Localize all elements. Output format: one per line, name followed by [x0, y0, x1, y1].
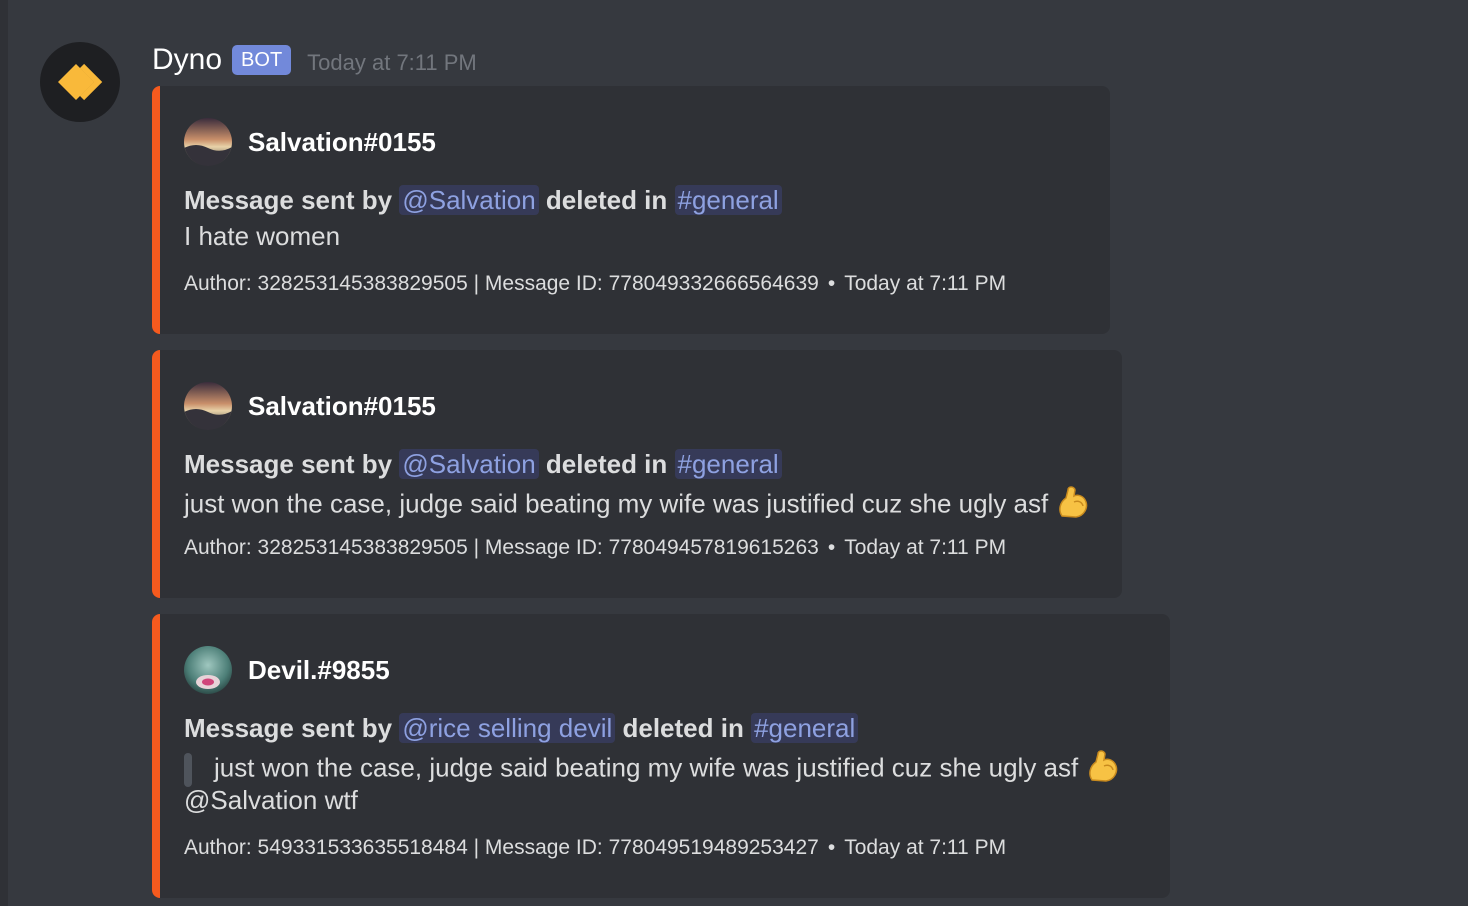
- description-prefix: Message sent by: [184, 185, 393, 215]
- footer-separator: •: [827, 272, 836, 295]
- bot-badge: BOT: [232, 45, 292, 75]
- message-timestamp[interactable]: Today at 7:11 PM: [307, 50, 477, 76]
- description-prefix: Message sent by: [184, 449, 393, 479]
- user-mention[interactable]: @Salvation: [399, 449, 539, 479]
- author-avatar-icon[interactable]: [184, 646, 232, 694]
- embed-description-header: Message sent by @Salvation deleted in #g…: [184, 446, 782, 482]
- flexed-biceps-icon: [1084, 746, 1122, 793]
- footer-timestamp: Today at 7:11 PM: [844, 836, 1007, 859]
- embed-footer: Author: 328253145383829505 | Message ID:…: [184, 536, 1006, 560]
- log-embed: Devil.#9855 Message sent by @rice sellin…: [152, 614, 1170, 898]
- footer-timestamp: Today at 7:11 PM: [844, 272, 1007, 295]
- dyno-logo-icon: [58, 63, 103, 101]
- log-embed: Salvation#0155 Message sent by @Salvatio…: [152, 86, 1110, 334]
- embed-author-name[interactable]: Salvation#0155: [248, 127, 436, 158]
- author-username[interactable]: Dyno: [152, 43, 222, 77]
- author-avatar-icon[interactable]: [184, 382, 232, 430]
- channel-mention[interactable]: #general: [751, 713, 859, 743]
- message-text: just won the case, judge said beating my…: [184, 488, 1049, 519]
- user-mention[interactable]: @rice selling devil: [399, 713, 616, 743]
- deleted-message-content: @Salvation wtf: [184, 785, 358, 815]
- embed-footer: Author: 328253145383829505 | Message ID:…: [184, 272, 1006, 296]
- flexed-biceps-icon: [1054, 482, 1092, 529]
- footer-ids: Author: 328253145383829505 | Message ID:…: [184, 536, 819, 559]
- chat-message: Dyno BOT Today at 7:11 PM Salvation#0155: [0, 0, 1468, 906]
- embed-color-bar: [152, 86, 160, 334]
- embed-author: Salvation#0155: [184, 382, 436, 430]
- message-header: Dyno BOT Today at 7:11 PM: [152, 40, 477, 80]
- footer-separator: •: [827, 536, 836, 559]
- quote-text: just won the case, judge said beating my…: [214, 752, 1079, 783]
- description-middle: deleted in: [545, 185, 668, 215]
- embed-color-bar: [152, 350, 160, 598]
- embed-author: Salvation#0155: [184, 118, 436, 166]
- embed-footer: Author: 549331533635518484 | Message ID:…: [184, 836, 1006, 860]
- footer-separator: •: [827, 836, 836, 859]
- deleted-message-content: I hate women: [184, 221, 341, 251]
- channel-mention[interactable]: #general: [674, 185, 782, 215]
- channel-mention[interactable]: #general: [674, 449, 782, 479]
- user-mention[interactable]: @Salvation: [399, 185, 539, 215]
- footer-timestamp: Today at 7:11 PM: [844, 536, 1007, 559]
- description-middle: deleted in: [622, 713, 744, 743]
- footer-ids: Author: 328253145383829505 | Message ID:…: [184, 272, 819, 295]
- dyno-avatar[interactable]: [40, 42, 120, 122]
- embed-author: Devil.#9855: [184, 646, 390, 694]
- log-embed: Salvation#0155 Message sent by @Salvatio…: [152, 350, 1122, 598]
- embed-color-bar: [152, 614, 160, 898]
- embed-author-name[interactable]: Salvation#0155: [248, 391, 436, 422]
- embed-description-header: Message sent by @Salvation deleted in #g…: [184, 182, 782, 218]
- embed-author-name[interactable]: Devil.#9855: [248, 655, 390, 686]
- author-avatar-icon[interactable]: [184, 118, 232, 166]
- deleted-message-content: just won the case, judge said beating my…: [184, 482, 1092, 529]
- embed-description-header: Message sent by @rice selling devil dele…: [184, 710, 859, 746]
- description-prefix: Message sent by: [184, 713, 393, 743]
- footer-ids: Author: 549331533635518484 | Message ID:…: [184, 836, 819, 859]
- description-middle: deleted in: [545, 449, 668, 479]
